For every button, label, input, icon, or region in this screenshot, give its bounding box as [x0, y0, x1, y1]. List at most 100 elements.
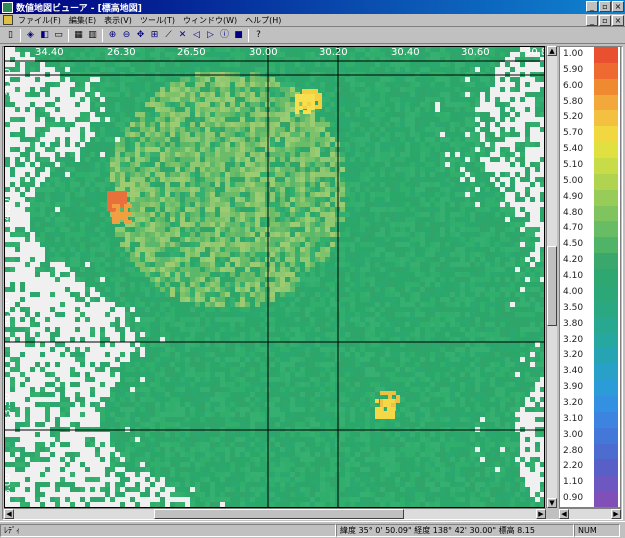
minimize-button[interactable]: _ [586, 1, 598, 12]
legend-value: 6.00 [563, 80, 584, 91]
menu-help[interactable]: ヘルプ(H) [243, 15, 287, 26]
lon-label: 30.00 [249, 47, 278, 58]
lon-label: 30.8 [525, 47, 544, 58]
legend-swatch [594, 284, 618, 301]
legend-row: 3.40 [560, 364, 622, 381]
select-icon[interactable]: ⊞ [148, 29, 161, 42]
zoom-out-icon[interactable]: ⊖ [120, 29, 133, 42]
menu-tools[interactable]: ツール(T) [138, 15, 181, 26]
scroll-up-icon[interactable]: ▲ [547, 46, 557, 56]
legend-value: 2.20 [563, 461, 584, 472]
legend-value: 5.80 [563, 96, 584, 107]
legend-swatch [594, 110, 618, 127]
legend-swatch [594, 253, 618, 270]
cross-icon[interactable]: ✕ [176, 29, 189, 42]
info-icon[interactable]: ⓘ [218, 29, 231, 42]
legend-row: 5.20 [560, 110, 622, 127]
legend-swatch [594, 78, 618, 95]
legend-value: 5.90 [563, 64, 584, 75]
prev-view-icon[interactable]: ◁ [190, 29, 203, 42]
doc-minimize-button[interactable]: _ [586, 15, 598, 26]
help-icon[interactable]: ? [252, 29, 265, 42]
scroll-thumb[interactable] [547, 246, 557, 326]
close-button[interactable]: × [612, 1, 624, 12]
map-vertical-scrollbar[interactable]: ▲ ▼ [546, 46, 557, 508]
application-window: 数値地図ビューア - [標高地図] _ ▫ × ファイル(F) 編集(E) 表示… [0, 0, 625, 538]
menu-edit[interactable]: 編集(E) [67, 15, 102, 26]
legend-value: 4.80 [563, 207, 584, 218]
status-ready: ﾚﾃﾞｨ [0, 523, 336, 537]
legend-swatch [594, 443, 618, 460]
legend-value: 5.10 [563, 160, 584, 171]
legend-value: 5.00 [563, 175, 584, 186]
document-icon[interactable] [3, 15, 13, 25]
legend-row: 3.20 [560, 348, 622, 365]
legend-row: 3.80 [560, 316, 622, 333]
legend-swatch [594, 332, 618, 349]
legend-row: 2.20 [560, 459, 622, 476]
legend-value: 3.00 [563, 429, 584, 440]
legend-value: 5.20 [563, 112, 584, 123]
legend-scrollbar[interactable]: ◀ ▶ [559, 508, 621, 519]
legend-value: 0.90 [563, 493, 584, 504]
legend-row: 3.10 [560, 411, 622, 428]
app-icon[interactable] [2, 1, 13, 13]
measure-icon[interactable]: ⟋ [162, 29, 175, 42]
scroll-left-icon[interactable]: ◀ [559, 509, 569, 519]
legend-value: 1.10 [563, 477, 584, 488]
scroll-left-icon[interactable]: ◀ [4, 509, 14, 519]
scroll-right-icon[interactable]: ▶ [611, 509, 621, 519]
legend-swatch [594, 364, 618, 381]
legend-swatch [594, 395, 618, 412]
grid-icon[interactable]: ▦ [72, 29, 85, 42]
scroll-right-icon[interactable]: ▶ [536, 509, 546, 519]
scroll-thumb[interactable] [154, 509, 404, 519]
toolbar-separator [102, 29, 103, 42]
color-icon[interactable]: ■ [232, 29, 245, 42]
legend-swatch [594, 348, 618, 365]
doc-close-button[interactable]: × [612, 15, 624, 26]
elevation-map[interactable] [5, 47, 545, 508]
menu-bar: ファイル(F) 編集(E) 表示(V) ツール(T) ウィンドウ(W) ヘルプ(… [0, 14, 625, 27]
legend-value: 4.20 [563, 255, 584, 266]
legend-row: 4.10 [560, 269, 622, 285]
legend-swatch [594, 269, 618, 285]
toolbar-separator [20, 29, 21, 42]
legend-value: 3.90 [563, 382, 584, 393]
menu-view[interactable]: 表示(V) [102, 15, 138, 26]
new-file-icon[interactable]: ▯ [4, 29, 17, 42]
lon-label: 30.40 [391, 47, 420, 58]
legend-row: 1.00 [560, 47, 622, 63]
legend-row: 3.50 [560, 300, 622, 317]
legend-row: 4.90 [560, 189, 622, 206]
map-view[interactable]: 34.40 26.30 26.50 30.00 30.20 30.40 30.6… [4, 46, 545, 508]
scroll-down-icon[interactable]: ▼ [547, 498, 557, 508]
legend-swatch [594, 475, 618, 492]
menu-window[interactable]: ウィンドウ(W) [181, 15, 243, 26]
open-icon[interactable]: ◈ [24, 29, 37, 42]
save-icon[interactable]: ◧ [38, 29, 51, 42]
legend-swatch [594, 316, 618, 333]
doc-restore-button[interactable]: ▫ [599, 15, 611, 26]
toolbar: ▯ ◈ ◧ ▭ ▦ ▥ ⊕ ⊖ ✥ ⊞ ⟋ ✕ ◁ ▷ ⓘ ■ ? [0, 28, 625, 44]
legend-swatch [594, 411, 618, 428]
map-horizontal-scrollbar[interactable]: ◀ ▶ [4, 508, 546, 519]
copy-icon[interactable]: ▭ [52, 29, 65, 42]
legend-swatch [594, 459, 618, 476]
legend-row: 5.40 [560, 142, 622, 159]
legend-row: 5.90 [560, 62, 622, 79]
menu-file[interactable]: ファイル(F) [16, 15, 67, 26]
restore-button[interactable]: ▫ [599, 1, 611, 12]
status-numlock: NUM [574, 523, 620, 537]
legend-value: 4.00 [563, 286, 584, 297]
legend-row: 4.70 [560, 221, 622, 238]
pan-icon[interactable]: ✥ [134, 29, 147, 42]
legend-row: 5.10 [560, 158, 622, 174]
table-icon[interactable]: ▥ [86, 29, 99, 42]
zoom-in-icon[interactable]: ⊕ [106, 29, 119, 42]
legend-swatch [594, 173, 618, 190]
status-bar: ﾚﾃﾞｨ 緯度 35° 0' 50.09" 経度 138° 42' 30.00"… [0, 521, 625, 538]
next-view-icon[interactable]: ▷ [204, 29, 217, 42]
legend-swatch [594, 300, 618, 317]
legend-swatch [594, 142, 618, 159]
